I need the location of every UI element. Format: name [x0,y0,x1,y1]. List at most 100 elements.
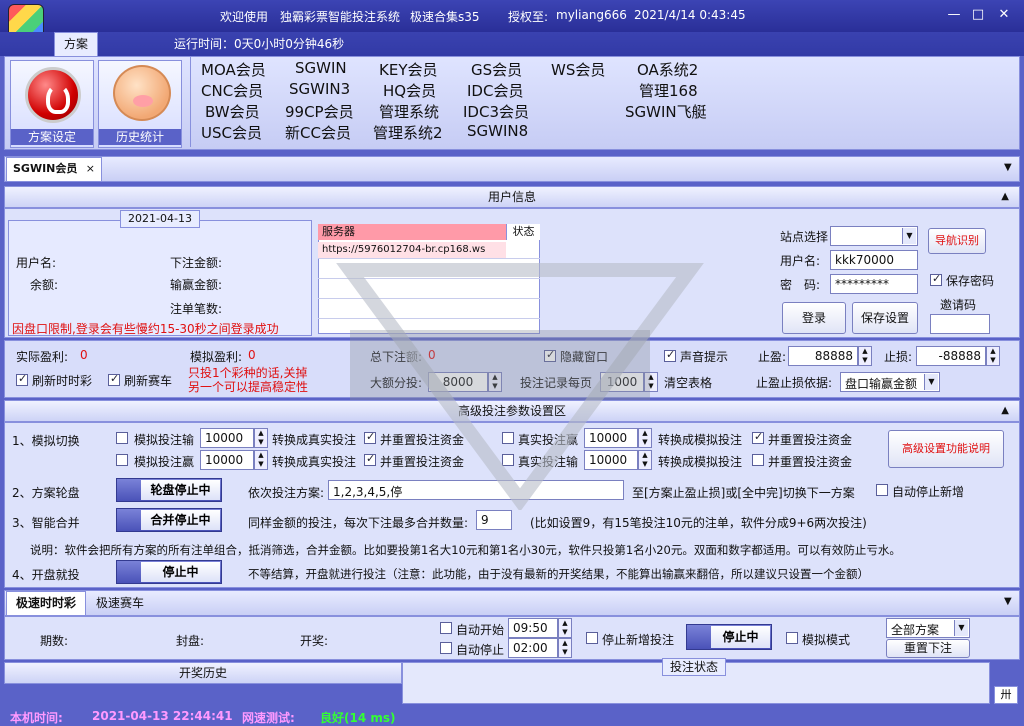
site-link[interactable]: KEY会员 [379,59,437,80]
advanced-header[interactable]: 高级投注参数设置区 ▲ [4,400,1020,422]
order-input[interactable]: 1,2,3,4,5,停 [328,480,624,500]
tabs-dropdown-icon[interactable]: ▼ [1004,162,1012,173]
sim-mode-checkbox[interactable] [786,632,798,644]
sim-win-label: 模拟投注赢 [134,455,195,469]
save-password-checkbox[interactable] [930,272,942,286]
merge-toggle-button[interactable]: 合并停止中 [116,508,222,532]
basis-select[interactable]: 盘口输赢金额 ▼ [840,372,940,392]
sim-lose-amount[interactable]: 10000 [200,428,254,448]
site-link[interactable]: SGWIN8 [467,122,528,140]
tab-fast-race[interactable]: 极速赛车 [90,594,150,614]
site-link[interactable]: HQ会员 [383,80,436,101]
user-info-header[interactable]: 用户信息 ▲ [4,186,1020,208]
username-input[interactable]: kkk70000 [830,250,918,270]
close-button[interactable]: ✕ [994,6,1014,24]
maximize-button[interactable]: □ [968,6,988,24]
real-lose-checkbox[interactable] [502,454,514,466]
merge-count-input[interactable]: 9 [476,510,512,530]
site-link[interactable]: 管理168 [639,80,698,101]
tab-fast-lottery[interactable]: 极速时时彩 [6,591,86,615]
site-link[interactable]: USC会员 [201,122,262,143]
minimize-button[interactable]: — [944,6,964,24]
login-button[interactable]: 登录 [782,302,846,334]
collapse-icon[interactable]: ▲ [1001,401,1009,421]
balance-label: 余额: [30,278,59,292]
stop-new-checkbox[interactable] [586,632,598,644]
run-toggle-button[interactable]: 停止中 [686,624,772,650]
site-link[interactable]: SGWIN飞艇 [625,101,707,122]
nav-identify-button[interactable]: 导航识别 [928,228,986,254]
wheel-toggle-button[interactable]: 轮盘停止中 [116,478,222,502]
save-settings-button[interactable]: 保存设置 [852,302,918,334]
title-bar: 欢迎使用 独霸彩票智能投注系统 极速合集s35 授权至: myliang666 … [0,0,1024,32]
draw-history-header[interactable]: 开奖历史 [4,662,402,684]
tabs-dropdown-icon[interactable]: ▼ [1004,596,1012,607]
tab-sgwin-member[interactable]: SGWIN会员 × [6,157,102,181]
sim-win-amount[interactable]: 10000 [200,450,254,470]
site-link[interactable]: GS会员 [471,59,522,80]
page-size-spinner[interactable]: ▲ ▼ [644,372,658,392]
take-profit-spinner[interactable]: ▲ ▼ [858,346,872,366]
page-size-input[interactable]: 1000 [600,372,644,392]
site-link[interactable]: OA系统2 [637,59,698,80]
user-label: 用户名: [780,254,821,268]
reset-funds-checkbox[interactable] [364,452,376,466]
sim-lose-spinner[interactable]: ▲ ▼ [254,428,268,448]
tab-close-icon[interactable]: × [86,158,95,180]
real-win-checkbox[interactable] [502,432,514,444]
tab-scheme[interactable]: 方案 [54,32,98,56]
max-bet-spinner[interactable]: ▲ ▼ [488,372,502,392]
auto-stop-spinner[interactable]: ▲ ▼ [558,638,572,658]
real-lose-amount[interactable]: 10000 [584,450,638,470]
reset-funds-checkbox[interactable] [752,430,764,444]
grid-icon[interactable]: 卅 [994,686,1018,704]
max-bet-input[interactable]: 8000 [428,372,488,392]
sound-checkbox[interactable] [664,348,676,362]
password-input[interactable]: ********* [830,274,918,294]
real-win-amount[interactable]: 10000 [584,428,638,448]
server-row[interactable]: https://5976012704-br.cp168.ws [318,242,506,258]
reset-funds-checkbox[interactable] [752,454,764,466]
site-link[interactable]: 99CP会员 [285,101,354,122]
site-link[interactable]: MOA会员 [201,59,266,80]
reset-funds-checkbox[interactable] [364,430,376,444]
site-select[interactable]: ▼ [830,226,918,246]
refresh-race-checkbox[interactable] [108,372,120,386]
site-link[interactable]: CNC会员 [201,80,263,101]
site-link[interactable]: 管理系统2 [373,122,443,143]
auto-start-time[interactable]: 09:50 [508,618,558,638]
take-profit-input[interactable]: 88888 [788,346,858,366]
auto-start-checkbox[interactable] [440,622,452,634]
auto-stop-time[interactable]: 02:00 [508,638,558,658]
clear-table-button[interactable]: 清空表格 [664,374,712,391]
site-link[interactable]: 管理系统 [379,101,439,122]
stop-loss-spinner[interactable]: ▲ ▼ [986,346,1000,366]
invite-input[interactable] [930,314,990,334]
stop-loss-input[interactable]: -88888 [916,346,986,366]
scheme-select[interactable]: 全部方案 ▼ [886,618,970,638]
history-stats-button[interactable]: 历史统计 [98,60,182,148]
site-link[interactable]: BW会员 [205,101,260,122]
real-win-spinner[interactable]: ▲ ▼ [638,428,652,448]
advanced-explain-button[interactable]: 高级设置功能说明 [888,430,1004,468]
status-bar: 本机时间: 2021-04-13 22:44:41 网速测试: 良好(14 ms… [0,706,1024,726]
site-link[interactable]: SGWIN [295,59,347,77]
site-link[interactable]: SGWIN3 [289,80,350,98]
scheme-settings-button[interactable]: 方案设定 [10,60,94,148]
auto-stop-checkbox[interactable] [440,642,452,654]
real-lose-spinner[interactable]: ▲ ▼ [638,450,652,470]
collapse-icon[interactable]: ▲ [1001,187,1009,207]
auto-stop-new-checkbox[interactable] [876,484,888,496]
open-bet-toggle-button[interactable]: 停止中 [116,560,222,584]
auto-start-spinner[interactable]: ▲ ▼ [558,618,572,638]
sim-win-checkbox[interactable] [116,454,128,466]
site-link[interactable]: IDC会员 [467,80,523,101]
site-link[interactable]: 新CC会员 [285,122,351,143]
sim-lose-checkbox[interactable] [116,432,128,444]
site-link[interactable]: IDC3会员 [463,101,529,122]
rebet-button[interactable]: 重置下注 [886,639,970,658]
sim-win-spinner[interactable]: ▲ ▼ [254,450,268,470]
refresh-fast-checkbox[interactable] [16,372,28,386]
hide-window-checkbox[interactable] [544,348,556,362]
site-link[interactable]: WS会员 [551,59,605,80]
